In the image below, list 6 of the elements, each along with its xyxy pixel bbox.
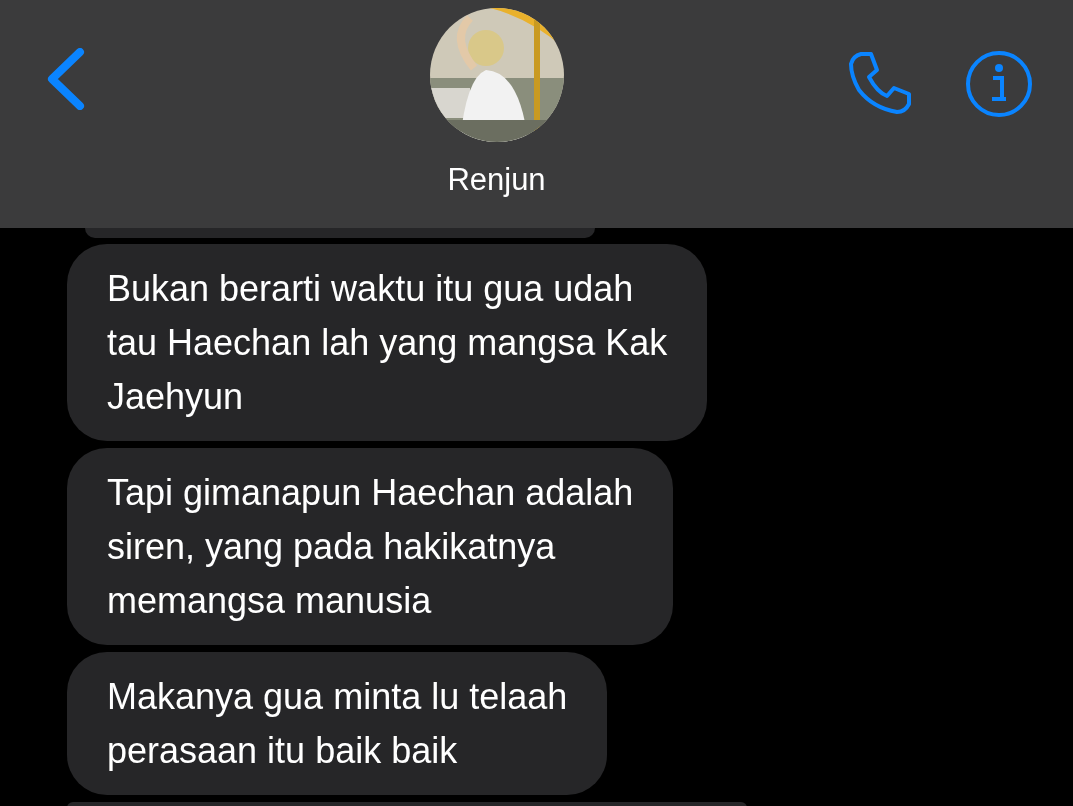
message-bubble: Makanya gua minta lu telaah perasaan itu baik baik — [67, 652, 608, 795]
message-bubble: Tapi gimanapun Haechan adalah siren, yang pada hakikatnya memangsa manusia — [67, 448, 674, 645]
contact-name: Renjun — [447, 162, 546, 198]
info-icon[interactable] — [965, 50, 1033, 118]
message-bubble: Bukan berarti waktu itu gua udah tau Haechan lah yang mangsa Kak Jaehyun — [67, 244, 708, 441]
phone-icon[interactable] — [847, 50, 913, 116]
